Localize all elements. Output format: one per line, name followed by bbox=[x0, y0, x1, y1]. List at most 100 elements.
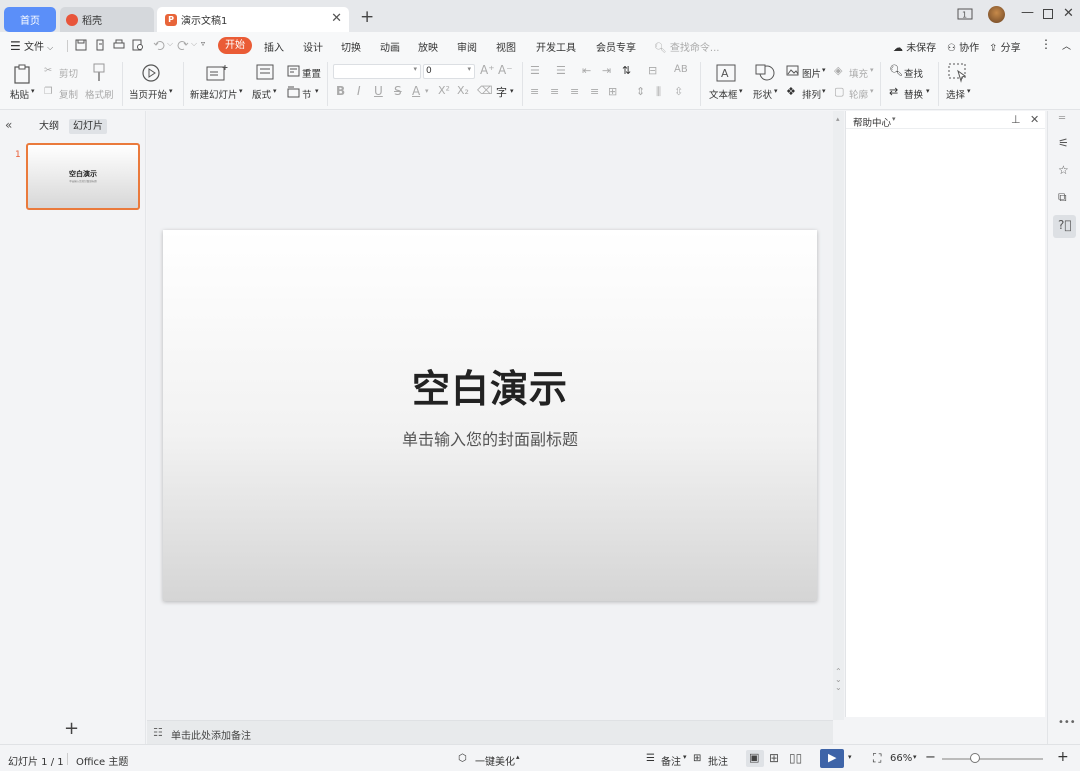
shape-icon[interactable] bbox=[754, 63, 776, 83]
copy-icon[interactable]: ❐ bbox=[44, 86, 53, 97]
select-dropdown-icon[interactable]: ▾ bbox=[967, 87, 971, 95]
help-title-dropdown-icon[interactable]: ▾ bbox=[892, 115, 896, 123]
textbox-dropdown-icon[interactable]: ▾ bbox=[739, 87, 743, 95]
new-tab-button[interactable]: + bbox=[360, 8, 374, 26]
decrease-font-icon[interactable]: A⁻ bbox=[498, 63, 513, 77]
tab-insert[interactable]: 插入 bbox=[264, 39, 284, 54]
tab-slides[interactable]: 幻灯片 bbox=[69, 119, 107, 134]
paste-button[interactable]: 粘贴 bbox=[10, 87, 29, 101]
picture-dropdown-icon[interactable]: ▾ bbox=[822, 66, 826, 74]
paste-dropdown-icon[interactable]: ▾ bbox=[31, 87, 35, 95]
select-button[interactable]: 选择 bbox=[946, 87, 965, 101]
tab-animation[interactable]: 动画 bbox=[380, 39, 400, 54]
slide-sorter-icon[interactable]: ⊞ bbox=[769, 751, 779, 765]
comment-button[interactable]: 批注 bbox=[708, 753, 728, 768]
collapse-ribbon-icon[interactable]: ︿ bbox=[1062, 39, 1071, 52]
zoom-out-icon[interactable]: − bbox=[925, 750, 936, 765]
strikethrough-icon[interactable]: S bbox=[394, 84, 402, 98]
play-dropdown-icon[interactable]: ▾ bbox=[848, 753, 852, 761]
char-spacing-dropdown-icon[interactable]: ▾ bbox=[510, 87, 514, 95]
column-icon[interactable]: ⫼ bbox=[656, 85, 661, 99]
increase-font-icon[interactable]: A⁺ bbox=[480, 63, 495, 77]
outline-button[interactable]: 轮廓 bbox=[849, 87, 868, 101]
fill-icon[interactable]: ◈ bbox=[834, 64, 842, 77]
undo-icon[interactable] bbox=[153, 39, 165, 51]
replace-button[interactable]: 替换 bbox=[904, 87, 923, 101]
align-left-icon[interactable]: ≡ bbox=[530, 85, 539, 98]
collaborate-button[interactable]: ⚇ 协作 bbox=[947, 39, 979, 54]
help-button[interactable]: ?⃝ bbox=[1053, 215, 1076, 238]
maximize-icon[interactable] bbox=[1043, 9, 1053, 19]
fill-button[interactable]: 填充 bbox=[849, 66, 868, 80]
distribute-icon[interactable]: ⊞ bbox=[608, 85, 617, 98]
numbered-list-icon[interactable]: ☰ bbox=[556, 64, 566, 77]
font-family-select[interactable]: ▾ bbox=[333, 64, 421, 79]
customize-quick-access-icon[interactable]: ▿ bbox=[201, 39, 205, 48]
help-title[interactable]: 帮助中心 bbox=[853, 115, 891, 129]
reset-button[interactable]: 重置 bbox=[302, 66, 321, 80]
print-preview-icon[interactable] bbox=[132, 39, 144, 51]
command-search[interactable]: 🔍︎ 查找命令... bbox=[654, 39, 719, 54]
justify-icon[interactable]: ≡ bbox=[590, 85, 599, 98]
italic-icon[interactable]: I bbox=[357, 84, 361, 98]
close-tab-icon[interactable]: ✕ bbox=[331, 12, 342, 25]
window-layout-icon[interactable]: 1 bbox=[957, 8, 973, 20]
from-current-dropdown-icon[interactable]: ▾ bbox=[169, 87, 173, 95]
collapse-panel-icon[interactable]: « bbox=[5, 118, 12, 132]
align-center-icon[interactable]: ≡ bbox=[550, 85, 559, 98]
convert-smartart-icon[interactable]: ⊟ bbox=[648, 64, 657, 77]
unsaved-status[interactable]: ☁ 未保存 bbox=[893, 39, 936, 54]
minimize-icon[interactable]: — bbox=[1021, 5, 1034, 20]
zoom-value[interactable]: 66% bbox=[890, 753, 912, 764]
theme-name[interactable]: Office 主题 bbox=[76, 753, 128, 768]
align-right-icon[interactable]: ≡ bbox=[570, 85, 579, 98]
undo-dropdown-icon[interactable]: ⌵ bbox=[167, 39, 173, 49]
animation-button[interactable]: ☆ bbox=[1053, 160, 1076, 183]
close-window-icon[interactable]: ✕ bbox=[1063, 6, 1074, 21]
cut-button[interactable]: 剪切 bbox=[59, 66, 78, 80]
section-icon[interactable] bbox=[287, 86, 300, 98]
find-icon[interactable]: 🔍︎ bbox=[889, 64, 903, 77]
play-from-current-icon[interactable] bbox=[141, 63, 161, 83]
slide-title[interactable]: 空白演示 bbox=[163, 358, 817, 413]
arrange-button[interactable]: 排列 bbox=[802, 87, 821, 101]
picture-button[interactable]: 图片 bbox=[802, 66, 821, 80]
notes-toggle-button[interactable]: 备注 bbox=[661, 753, 681, 768]
select-icon[interactable] bbox=[948, 63, 968, 83]
tab-document[interactable]: P 演示文稿1 ✕ bbox=[157, 7, 349, 32]
layout-icon[interactable] bbox=[256, 64, 274, 80]
tab-member[interactable]: 会员专享 bbox=[596, 39, 636, 54]
char-spacing-icon[interactable]: 字 bbox=[496, 84, 507, 100]
play-slideshow-button[interactable]: ▶ bbox=[820, 749, 844, 768]
shape-dropdown-icon[interactable]: ▾ bbox=[774, 87, 778, 95]
font-color-dropdown-icon[interactable]: ▾ bbox=[425, 87, 429, 95]
slide-canvas[interactable]: 空白演示 单击输入您的封面副标题 bbox=[163, 230, 817, 601]
section-dropdown-icon[interactable]: ▾ bbox=[315, 87, 319, 95]
picture-icon[interactable] bbox=[786, 65, 799, 76]
arrange-icon[interactable]: ❖ bbox=[786, 85, 796, 98]
tab-start[interactable]: 开始 bbox=[218, 37, 252, 54]
tab-daoke[interactable]: 稻壳 bbox=[60, 7, 154, 32]
outline-dropdown-icon[interactable]: ▾ bbox=[870, 87, 874, 95]
search-input[interactable]: 查找命令... bbox=[670, 43, 720, 54]
beautify-icon[interactable]: ⬡ bbox=[458, 753, 467, 764]
textbox-button[interactable]: 文本框 bbox=[709, 87, 738, 101]
tab-view[interactable]: 视图 bbox=[496, 39, 516, 54]
vertical-scrollbar[interactable]: ▴ ⌃ ⌄ ⌄ bbox=[833, 111, 844, 720]
underline-icon[interactable]: U bbox=[374, 84, 383, 98]
paste-icon[interactable] bbox=[12, 64, 32, 84]
more-icon[interactable]: ••• bbox=[1058, 717, 1076, 728]
superscript-icon[interactable]: X² bbox=[438, 84, 450, 97]
find-button[interactable]: 查找 bbox=[904, 66, 923, 80]
copy-button[interactable]: 复制 bbox=[59, 87, 78, 101]
zoom-dropdown-icon[interactable]: ▾ bbox=[913, 753, 917, 761]
tab-slideshow[interactable]: 放映 bbox=[418, 39, 438, 54]
slide-thumbnail[interactable]: 空白演示 单击输入您的封面副标题 bbox=[26, 143, 140, 210]
vertical-align-icon[interactable]: ⇳ bbox=[674, 85, 683, 98]
layout-button[interactable]: 版式 bbox=[252, 87, 271, 101]
tab-outline[interactable]: 大纲 bbox=[35, 119, 63, 134]
subscript-icon[interactable]: X₂ bbox=[457, 84, 469, 97]
reading-view-icon[interactable]: ▯▯ bbox=[789, 751, 802, 765]
close-panel-icon[interactable]: ✕ bbox=[1030, 113, 1039, 126]
fit-window-icon[interactable]: ⛶ bbox=[873, 751, 881, 766]
